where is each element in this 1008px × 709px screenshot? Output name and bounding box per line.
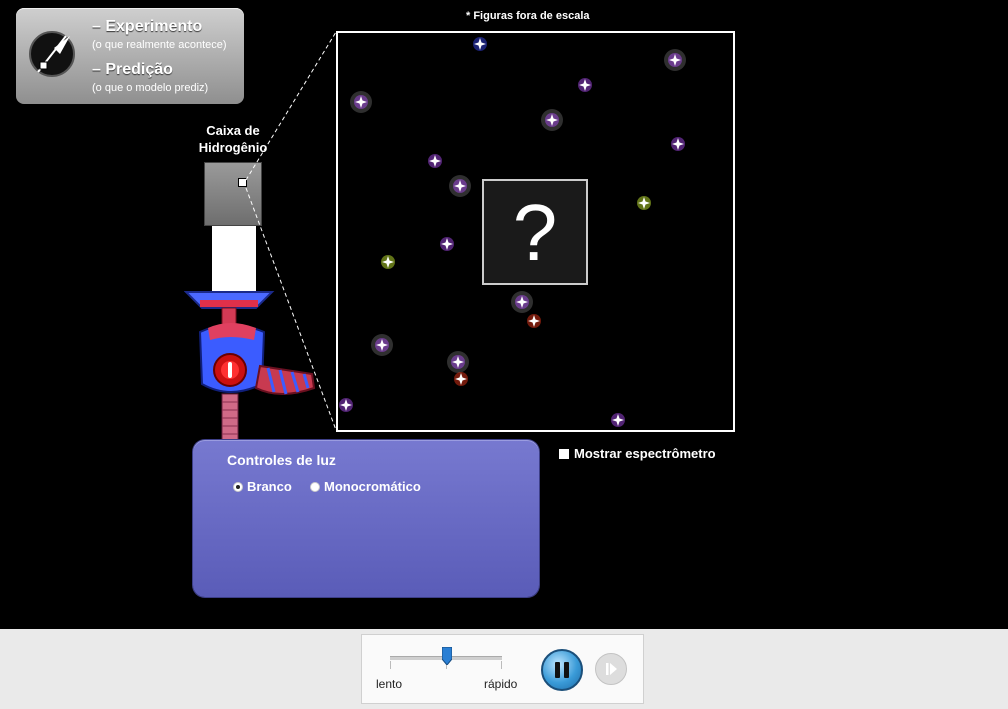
photon xyxy=(381,255,395,269)
photon xyxy=(447,351,469,373)
radio-white-label: Branco xyxy=(247,479,292,494)
photon xyxy=(541,109,563,131)
light-controls-title: Controles de luz xyxy=(227,452,336,468)
pause-button[interactable] xyxy=(541,649,583,691)
photon xyxy=(350,91,372,113)
spectrometer-checkbox-box[interactable] xyxy=(559,449,569,459)
atom-model-unknown: ? xyxy=(482,179,588,285)
radio-white-light[interactable]: Branco xyxy=(233,479,292,494)
photon xyxy=(339,398,353,412)
speed-fast-label: rápido xyxy=(484,677,518,691)
photon xyxy=(511,291,533,313)
photon xyxy=(440,237,454,251)
photon xyxy=(473,37,487,51)
radio-monochromatic-label: Monocromático xyxy=(324,479,421,494)
photon xyxy=(637,196,651,210)
radio-monochromatic-indicator[interactable] xyxy=(310,482,320,492)
slider-tick xyxy=(390,661,391,669)
step-icon xyxy=(606,663,617,675)
photon xyxy=(671,137,685,151)
photon xyxy=(664,49,686,71)
photon xyxy=(428,154,442,168)
show-spectrometer-checkbox[interactable]: Mostrar espectrômetro xyxy=(559,446,716,461)
slider-tick xyxy=(501,661,502,669)
photon xyxy=(449,175,471,197)
photon xyxy=(527,314,541,328)
speed-slider-thumb[interactable] xyxy=(442,647,452,665)
radio-white-indicator[interactable] xyxy=(233,482,243,492)
radio-monochromatic-light[interactable]: Monocromático xyxy=(310,479,421,494)
photon xyxy=(454,372,468,386)
step-button[interactable] xyxy=(595,653,627,685)
light-controls-panel: Controles de luz Branco Monocromático xyxy=(193,440,539,597)
photon xyxy=(611,413,625,427)
photon xyxy=(578,78,592,92)
clock-controls: lento rápido xyxy=(361,634,644,704)
photon xyxy=(371,334,393,356)
spectrometer-label: Mostrar espectrômetro xyxy=(574,446,716,461)
pause-icon xyxy=(555,662,569,678)
photon-layer xyxy=(339,37,686,427)
speed-slow-label: lento xyxy=(376,677,403,691)
